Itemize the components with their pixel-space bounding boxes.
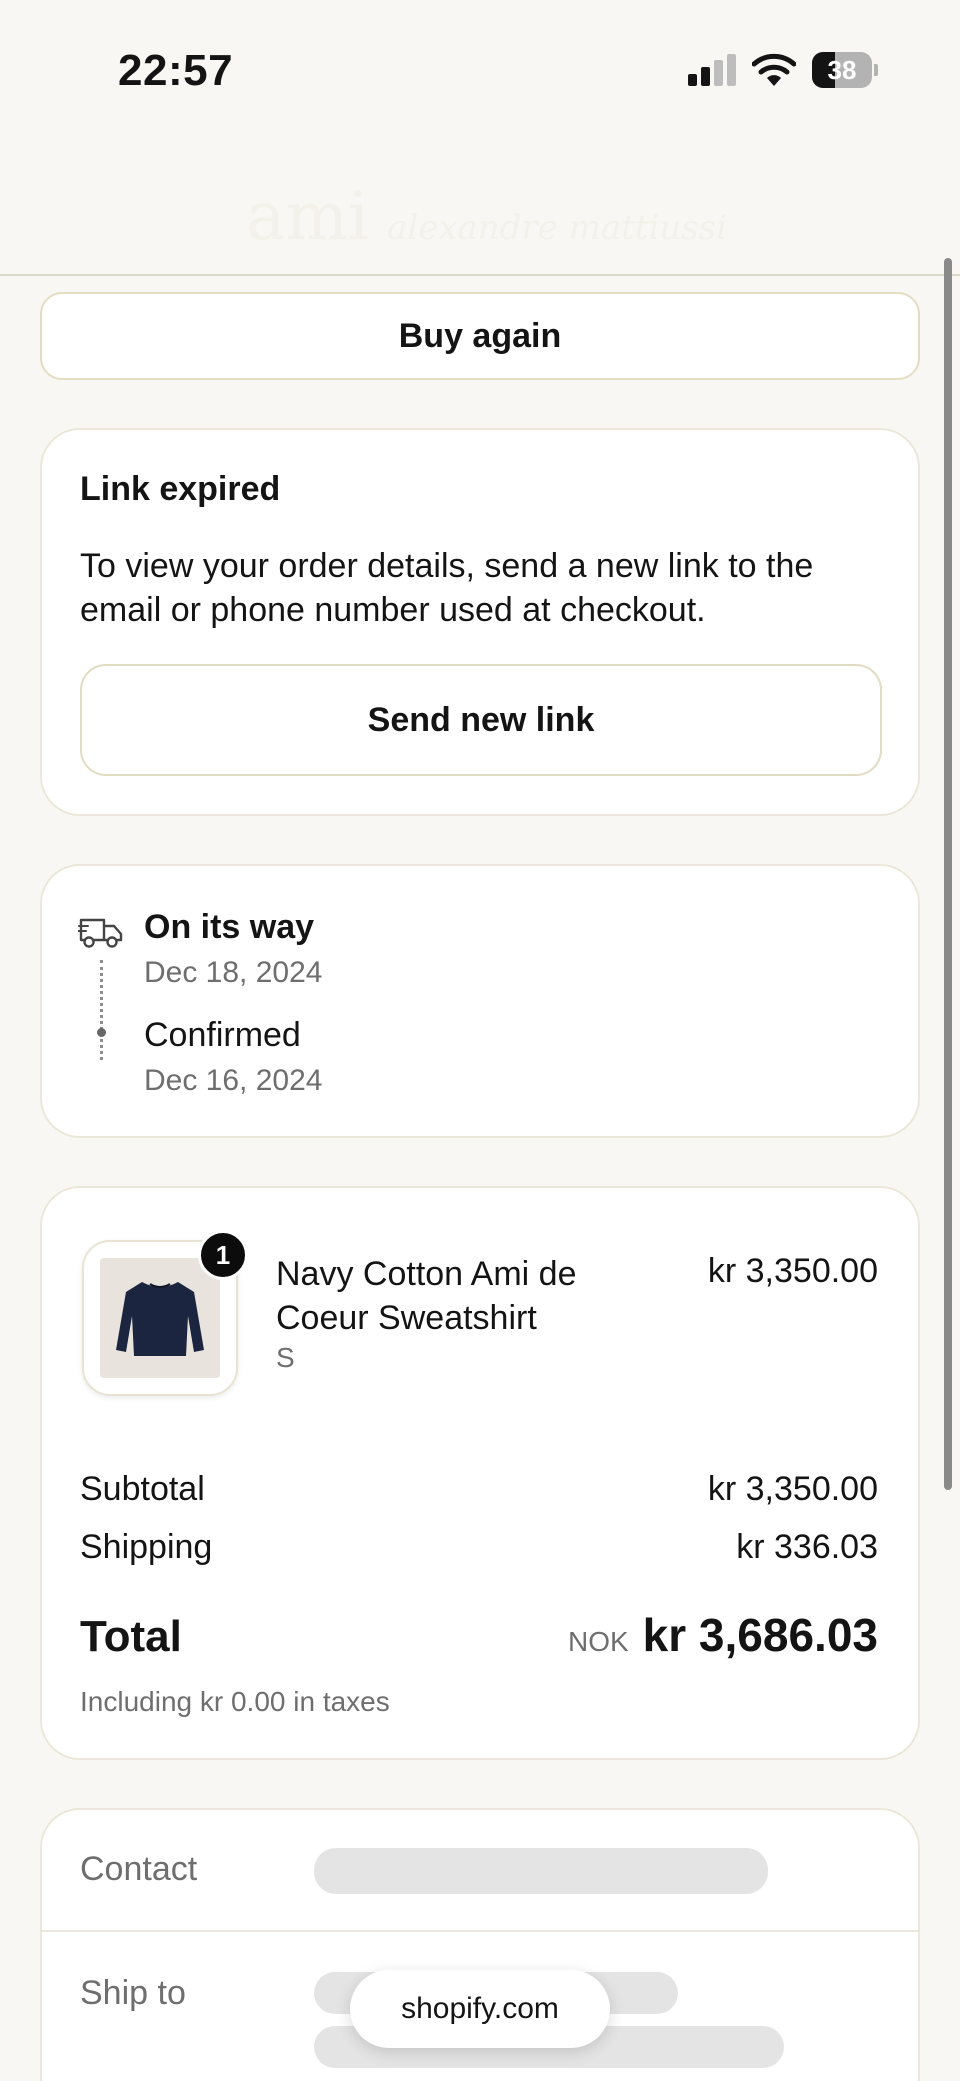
subtotal-value: kr 3,350.00 <box>707 1470 878 1508</box>
link-expired-message: To view your order details, send a new l… <box>80 547 814 629</box>
cellular-signal-icon <box>688 54 736 86</box>
send-new-link-button[interactable]: Send new link <box>80 664 882 776</box>
product-price: kr 3,350.00 <box>707 1252 878 1290</box>
buy-again-button[interactable]: Buy again <box>40 292 920 380</box>
ship-to-label: Ship to <box>80 1974 186 2012</box>
timeline-step-date: Dec 18, 2024 <box>144 956 323 989</box>
product-name: Navy Cotton Ami de Coeur Sweatshirt <box>276 1255 577 1337</box>
timeline-connector <box>100 960 103 1060</box>
order-status-timeline: On its way Dec 18, 2024 Confirmed Dec 16… <box>40 864 920 1138</box>
timeline-dot <box>97 1028 106 1037</box>
contact-label: Contact <box>80 1850 198 1888</box>
loading-placeholder <box>314 1848 768 1894</box>
product-variant: S <box>276 1342 295 1373</box>
quantity-badge: 1 <box>198 1230 248 1280</box>
timeline-step-status: Confirmed <box>144 1016 301 1054</box>
link-expired-title: Link expired <box>80 470 281 508</box>
tax-note: Including kr 0.00 in taxes <box>80 1686 390 1717</box>
divider <box>42 1930 918 1932</box>
shipping-value: kr 336.03 <box>736 1528 878 1566</box>
battery-icon: 38 <box>812 52 878 88</box>
link-expired-card: Link expired To view your order details,… <box>40 428 920 816</box>
timeline-step-status: On its way <box>144 908 315 946</box>
browser-address-pill[interactable]: shopify.com <box>350 1970 610 2048</box>
scroll-indicator[interactable] <box>944 258 952 1490</box>
timeline-step-date: Dec 16, 2024 <box>144 1064 323 1097</box>
total-amount: NOK kr 3,686.03 <box>568 1608 878 1662</box>
status-time: 22:57 <box>118 46 234 95</box>
currency-code: NOK <box>567 1626 629 1657</box>
brand-logo[interactable]: ami alexandre mattiussi <box>246 178 727 255</box>
subtotal-label: Subtotal <box>80 1470 205 1508</box>
store-header: ami alexandre mattiussi <box>0 140 960 276</box>
order-summary-card: 1 Navy Cotton Ami de Coeur Sweatshirt S … <box>40 1186 920 1760</box>
wifi-icon <box>752 53 796 86</box>
delivery-truck-icon <box>78 918 123 948</box>
status-bar: 22:57 38 <box>0 0 960 140</box>
total-label: Total <box>80 1612 182 1661</box>
logo-sub-text: alexandre mattiussi <box>387 208 727 248</box>
shipping-label: Shipping <box>80 1528 213 1566</box>
battery-percentage: 38 <box>827 55 857 85</box>
total-value: kr 3,686.03 <box>642 1609 878 1661</box>
logo-main-text: ami <box>246 178 370 255</box>
sweatshirt-image <box>116 1282 204 1356</box>
